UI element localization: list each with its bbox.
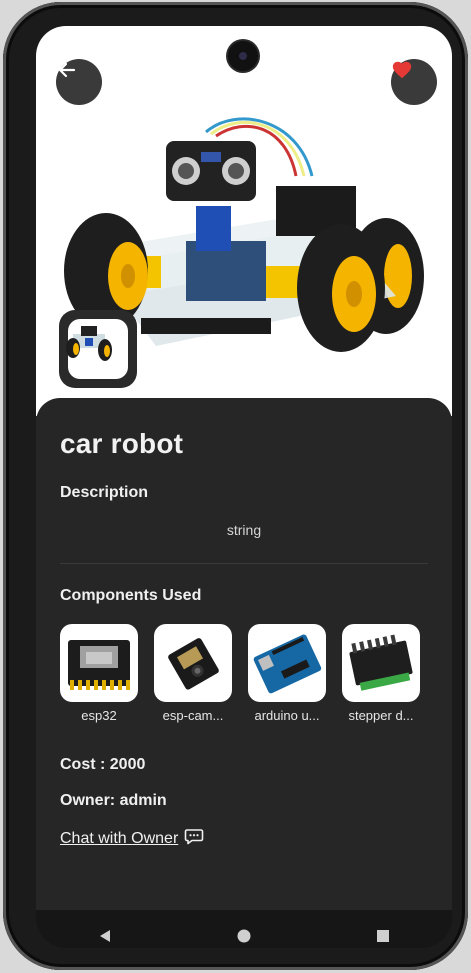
component-card-esp32[interactable]: esp32 (60, 624, 138, 723)
component-name: esp32 (81, 708, 117, 723)
component-name: arduino u... (254, 708, 320, 723)
front-camera (228, 41, 258, 71)
components-list: esp32 esp-cam... arduino u... stepper d.… (60, 624, 440, 734)
chat-link-label: Chat with Owner (60, 829, 179, 847)
chat-with-owner-link[interactable]: Chat with Owner (60, 826, 204, 851)
component-name: esp-cam... (162, 708, 224, 723)
owner-text: Owner: admin (60, 792, 167, 809)
esp-cam-board-icon (154, 624, 232, 702)
component-name: stepper d... (348, 708, 414, 723)
nav-recents-icon[interactable] (373, 926, 393, 946)
component-card-esp-cam[interactable]: esp-cam... (154, 624, 232, 723)
esp32-board-icon (60, 624, 138, 702)
nav-back-icon[interactable] (95, 926, 115, 946)
project-title: car robot (60, 428, 184, 459)
divider (60, 563, 428, 564)
image-thumbnail[interactable] (59, 310, 137, 388)
project-hero-image (36, 26, 452, 416)
app-screen: car robot Description string Components … (36, 26, 452, 948)
component-card-arduino[interactable]: arduino u... (248, 624, 326, 723)
cost-text: Cost : 2000 (60, 756, 146, 773)
components-heading: Components Used (60, 587, 202, 604)
description-text: string (226, 522, 262, 538)
phone-frame: car robot Description string Components … (3, 2, 468, 970)
description-heading: Description (60, 484, 149, 501)
favorite-button[interactable] (391, 59, 437, 105)
stepper-driver-icon (342, 624, 420, 702)
component-card-stepper[interactable]: stepper d... (342, 624, 420, 723)
chat-bubble-icon (184, 826, 204, 851)
thumbnail-image (66, 319, 128, 379)
nav-home-icon[interactable] (234, 926, 254, 946)
back-button[interactable] (56, 59, 102, 105)
system-nav-bar (36, 910, 452, 948)
arduino-board-icon (248, 624, 326, 702)
